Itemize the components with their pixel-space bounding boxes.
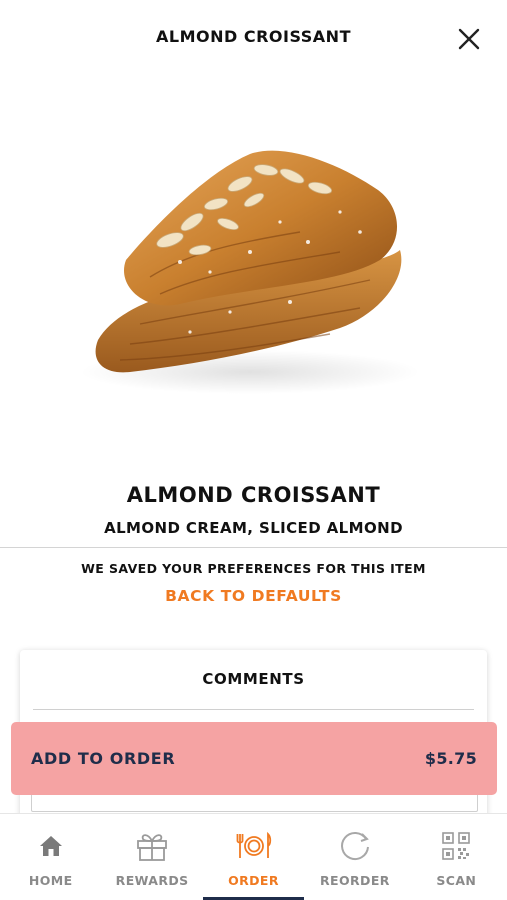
add-to-order-button[interactable]: ADD TO ORDER $5.75: [11, 722, 497, 795]
reorder-icon: [337, 829, 373, 863]
tab-label-rewards: REWARDS: [115, 873, 189, 888]
tab-label-scan: SCAN: [436, 873, 477, 888]
add-to-order-label: ADD TO ORDER: [31, 749, 176, 768]
divider: [0, 547, 507, 548]
product-name: ALMOND CROISSANT: [126, 483, 381, 507]
tab-home[interactable]: HOME: [0, 814, 101, 900]
tab-scan[interactable]: SCAN: [406, 814, 507, 900]
bottom-tab-bar: HOME REWARDS ORDER REORDER SCAN: [0, 813, 507, 900]
close-button[interactable]: [452, 22, 486, 56]
tab-label-home: HOME: [28, 873, 73, 888]
top-bar: ALMOND CROISSANT: [0, 0, 507, 72]
tab-rewards[interactable]: REWARDS: [101, 814, 202, 900]
order-price: $5.75: [424, 749, 477, 768]
tab-reorder[interactable]: REORDER: [304, 814, 405, 900]
tab-label-reorder: REORDER: [320, 873, 390, 888]
tab-label-order: ORDER: [228, 873, 279, 888]
home-icon: [33, 829, 69, 863]
tab-order[interactable]: ORDER: [202, 814, 305, 900]
qr-code-icon: [438, 829, 474, 863]
preferences-note: WE SAVED YOUR PREFERENCES FOR THIS ITEM: [81, 561, 426, 576]
back-to-defaults-link[interactable]: BACK TO DEFAULTS: [0, 587, 507, 605]
gift-icon: [134, 829, 170, 863]
product-detail-screen: ALMOND CROISSANT ALMOND CROISSANT ALMOND…: [0, 0, 507, 900]
plate-cutlery-icon: [236, 829, 272, 863]
product-description: ALMOND CREAM, SLICED ALMOND: [104, 519, 403, 537]
comments-title: COMMENTS: [202, 670, 305, 688]
page-title: ALMOND CROISSANT: [156, 27, 351, 46]
comments-divider: [33, 709, 474, 710]
close-icon: [458, 28, 480, 50]
product-image: [40, 72, 467, 462]
